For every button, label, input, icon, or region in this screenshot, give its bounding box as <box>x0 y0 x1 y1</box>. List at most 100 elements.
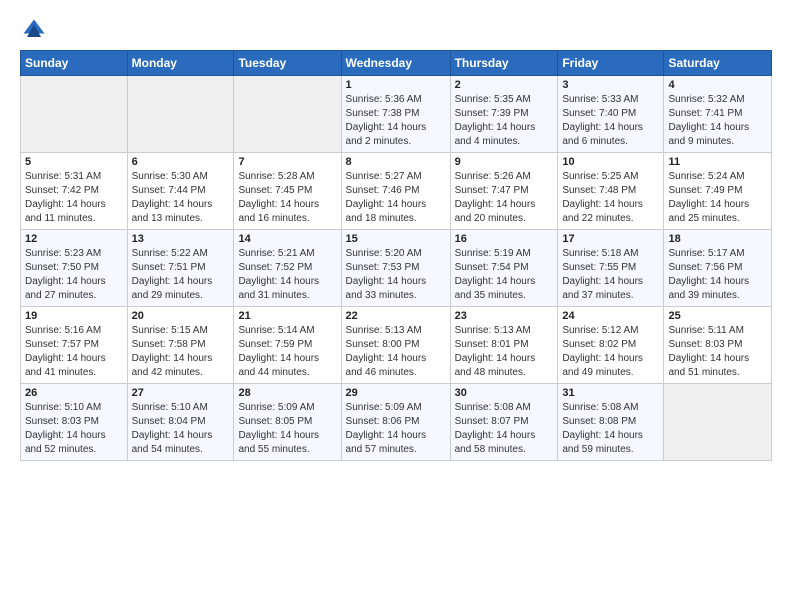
calendar-cell: 14 Sunrise: 5:21 AM Sunset: 7:52 PM Dayli… <box>234 230 341 307</box>
day-info: Sunrise: 5:09 AM Sunset: 8:05 PM Dayligh… <box>238 401 336 457</box>
day-info: Sunrise: 5:30 AM Sunset: 7:44 PM Dayligh… <box>132 170 230 226</box>
day-info: Sunrise: 5:25 AM Sunset: 7:48 PM Dayligh… <box>562 170 659 226</box>
day-info: Sunrise: 5:08 AM Sunset: 8:08 PM Dayligh… <box>562 401 659 457</box>
page-header <box>20 16 772 44</box>
calendar-cell: 29 Sunrise: 5:09 AM Sunset: 8:06 PM Dayli… <box>341 384 450 461</box>
day-number: 26 <box>25 387 123 399</box>
calendar-cell: 2 Sunrise: 5:35 AM Sunset: 7:39 PM Daylig… <box>450 76 558 153</box>
day-number: 22 <box>346 310 446 322</box>
day-number: 5 <box>25 156 123 168</box>
day-number: 24 <box>562 310 659 322</box>
day-info: Sunrise: 5:10 AM Sunset: 8:04 PM Dayligh… <box>132 401 230 457</box>
day-info: Sunrise: 5:23 AM Sunset: 7:50 PM Dayligh… <box>25 247 123 303</box>
day-number: 17 <box>562 233 659 245</box>
calendar-cell: 7 Sunrise: 5:28 AM Sunset: 7:45 PM Daylig… <box>234 153 341 230</box>
day-header-thursday: Thursday <box>450 51 558 76</box>
calendar-cell: 22 Sunrise: 5:13 AM Sunset: 8:00 PM Dayli… <box>341 307 450 384</box>
calendar-cell: 3 Sunrise: 5:33 AM Sunset: 7:40 PM Daylig… <box>558 76 664 153</box>
calendar-cell: 16Sunrise: 5:19 AM Sunset: 7:54 PM Dayli… <box>450 230 558 307</box>
day-number: 7 <box>238 156 336 168</box>
day-number: 21 <box>238 310 336 322</box>
day-number: 19 <box>25 310 123 322</box>
day-number: 20 <box>132 310 230 322</box>
calendar-cell <box>21 76 128 153</box>
day-info: Sunrise: 5:19 AM Sunset: 7:54 PM Dayligh… <box>455 247 554 303</box>
day-info: Sunrise: 5:18 AM Sunset: 7:55 PM Dayligh… <box>562 247 659 303</box>
day-header-monday: Monday <box>127 51 234 76</box>
week-row-3: 12Sunrise: 5:23 AM Sunset: 7:50 PM Dayli… <box>21 230 772 307</box>
calendar-cell: 8 Sunrise: 5:27 AM Sunset: 7:46 PM Daylig… <box>341 153 450 230</box>
calendar-cell: 1 Sunrise: 5:36 AM Sunset: 7:38 PM Daylig… <box>341 76 450 153</box>
day-info: Sunrise: 5:09 AM Sunset: 8:06 PM Dayligh… <box>346 401 446 457</box>
day-number: 23 <box>455 310 554 322</box>
day-info: Sunrise: 5:15 AM Sunset: 7:58 PM Dayligh… <box>132 324 230 380</box>
calendar-cell: 24 Sunrise: 5:12 AM Sunset: 8:02 PM Dayli… <box>558 307 664 384</box>
day-info: Sunrise: 5:12 AM Sunset: 8:02 PM Dayligh… <box>562 324 659 380</box>
week-row-5: 26 Sunrise: 5:10 AM Sunset: 8:03 PM Dayli… <box>21 384 772 461</box>
day-info: Sunrise: 5:20 AM Sunset: 7:53 PM Dayligh… <box>346 247 446 303</box>
calendar-cell: 21 Sunrise: 5:14 AM Sunset: 7:59 PM Dayli… <box>234 307 341 384</box>
day-number: 28 <box>238 387 336 399</box>
day-number: 8 <box>346 156 446 168</box>
calendar-cell: 19 Sunrise: 5:16 AM Sunset: 7:57 PM Dayli… <box>21 307 128 384</box>
calendar-cell: 25 Sunrise: 5:11 AM Sunset: 8:03 PM Dayli… <box>664 307 772 384</box>
day-header-sunday: Sunday <box>21 51 128 76</box>
calendar-cell: 20 Sunrise: 5:15 AM Sunset: 7:58 PM Dayli… <box>127 307 234 384</box>
calendar-cell: 18 Sunrise: 5:17 AM Sunset: 7:56 PM Dayli… <box>664 230 772 307</box>
calendar-cell: 13Sunrise: 5:22 AM Sunset: 7:51 PM Dayli… <box>127 230 234 307</box>
calendar-cell: 5 Sunrise: 5:31 AM Sunset: 7:42 PM Daylig… <box>21 153 128 230</box>
day-info: Sunrise: 5:21 AM Sunset: 7:52 PM Dayligh… <box>238 247 336 303</box>
day-info: Sunrise: 5:14 AM Sunset: 7:59 PM Dayligh… <box>238 324 336 380</box>
day-number: 29 <box>346 387 446 399</box>
day-info: Sunrise: 5:31 AM Sunset: 7:42 PM Dayligh… <box>25 170 123 226</box>
day-info: Sunrise: 5:28 AM Sunset: 7:45 PM Dayligh… <box>238 170 336 226</box>
day-header-tuesday: Tuesday <box>234 51 341 76</box>
day-header-wednesday: Wednesday <box>341 51 450 76</box>
day-number: 2 <box>455 79 554 91</box>
calendar-cell <box>127 76 234 153</box>
day-number: 27 <box>132 387 230 399</box>
calendar-cell: 10 Sunrise: 5:25 AM Sunset: 7:48 PM Dayli… <box>558 153 664 230</box>
day-info: Sunrise: 5:13 AM Sunset: 8:00 PM Dayligh… <box>346 324 446 380</box>
day-info: Sunrise: 5:27 AM Sunset: 7:46 PM Dayligh… <box>346 170 446 226</box>
day-number: 30 <box>455 387 554 399</box>
day-info: Sunrise: 5:32 AM Sunset: 7:41 PM Dayligh… <box>668 93 767 149</box>
calendar-cell: 9Sunrise: 5:26 AM Sunset: 7:47 PM Daylig… <box>450 153 558 230</box>
logo <box>20 16 52 44</box>
day-number: 4 <box>668 79 767 91</box>
day-info: Sunrise: 5:36 AM Sunset: 7:38 PM Dayligh… <box>346 93 446 149</box>
day-header-row: SundayMondayTuesdayWednesdayThursdayFrid… <box>21 51 772 76</box>
day-number: 15 <box>346 233 446 245</box>
day-number: 10 <box>562 156 659 168</box>
calendar-cell <box>234 76 341 153</box>
day-info: Sunrise: 5:35 AM Sunset: 7:39 PM Dayligh… <box>455 93 554 149</box>
day-number: 25 <box>668 310 767 322</box>
day-number: 11 <box>668 156 767 168</box>
week-row-4: 19 Sunrise: 5:16 AM Sunset: 7:57 PM Dayli… <box>21 307 772 384</box>
calendar-cell: 12Sunrise: 5:23 AM Sunset: 7:50 PM Dayli… <box>21 230 128 307</box>
calendar-cell: 6 Sunrise: 5:30 AM Sunset: 7:44 PM Daylig… <box>127 153 234 230</box>
day-header-friday: Friday <box>558 51 664 76</box>
day-info: Sunrise: 5:17 AM Sunset: 7:56 PM Dayligh… <box>668 247 767 303</box>
calendar-cell: 31 Sunrise: 5:08 AM Sunset: 8:08 PM Dayli… <box>558 384 664 461</box>
day-number: 6 <box>132 156 230 168</box>
calendar-cell: 11 Sunrise: 5:24 AM Sunset: 7:49 PM Dayli… <box>664 153 772 230</box>
day-number: 18 <box>668 233 767 245</box>
day-info: Sunrise: 5:13 AM Sunset: 8:01 PM Dayligh… <box>455 324 554 380</box>
day-info: Sunrise: 5:16 AM Sunset: 7:57 PM Dayligh… <box>25 324 123 380</box>
day-info: Sunrise: 5:33 AM Sunset: 7:40 PM Dayligh… <box>562 93 659 149</box>
day-number: 1 <box>346 79 446 91</box>
day-info: Sunrise: 5:11 AM Sunset: 8:03 PM Dayligh… <box>668 324 767 380</box>
day-header-saturday: Saturday <box>664 51 772 76</box>
calendar-cell: 17 Sunrise: 5:18 AM Sunset: 7:55 PM Dayli… <box>558 230 664 307</box>
day-info: Sunrise: 5:08 AM Sunset: 8:07 PM Dayligh… <box>455 401 554 457</box>
day-number: 13 <box>132 233 230 245</box>
day-number: 3 <box>562 79 659 91</box>
day-info: Sunrise: 5:24 AM Sunset: 7:49 PM Dayligh… <box>668 170 767 226</box>
calendar-cell: 27 Sunrise: 5:10 AM Sunset: 8:04 PM Dayli… <box>127 384 234 461</box>
calendar-table: SundayMondayTuesdayWednesdayThursdayFrid… <box>20 50 772 461</box>
day-number: 31 <box>562 387 659 399</box>
day-number: 14 <box>238 233 336 245</box>
day-info: Sunrise: 5:10 AM Sunset: 8:03 PM Dayligh… <box>25 401 123 457</box>
day-number: 9 <box>455 156 554 168</box>
